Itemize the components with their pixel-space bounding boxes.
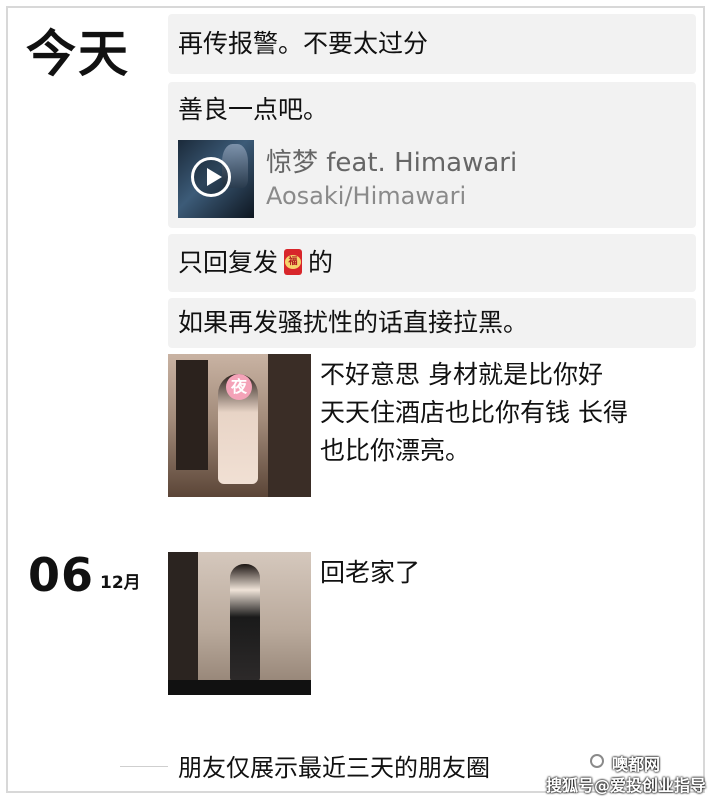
play-icon[interactable] [191,157,231,197]
date-month: 12月 [100,573,141,593]
post-music[interactable]: 善良一点吧。 惊梦 feat. Himawari Aosaki/Himawari [168,82,696,228]
photo-mirror [268,354,311,497]
music-card[interactable]: 惊梦 feat. Himawari Aosaki/Himawari [178,140,678,220]
footer-notice: 朋友仅展示最近三天的朋友圈 [178,754,490,782]
post-photo-1[interactable]: 夜 [168,354,311,497]
photo-person [230,564,260,682]
song-artist: Aosaki/Himawari [266,182,467,210]
watermark-account: 搜狐号@爱投创业指导 [546,776,707,795]
post-text-4[interactable]: 如果再发骚扰性的话直接拉黑。 [168,298,696,348]
album-cover [178,140,254,218]
photo-caption[interactable]: 不好意思 身材就是比你好 天天住酒店也比你有钱 长得 也比你漂亮。 [320,356,700,470]
fu-sticker-label: 福 [285,255,302,269]
today-label: 今天 [26,25,130,83]
footer-divider [120,766,168,767]
caption-line: 也比你漂亮。 [320,436,471,465]
red-envelope-icon: 福 [284,249,303,275]
post-text: 如果再发骚扰性的话直接拉黑。 [178,308,529,337]
song-title: 惊梦 feat. Himawari [266,148,518,178]
post-text-3[interactable]: 只回复发福的 [168,234,696,292]
post-text-before: 只回复发 [178,248,279,277]
post-caption-2[interactable]: 回老家了 [320,554,420,592]
watermark-logo-icon [590,754,604,768]
date-day: 06 [28,548,95,602]
photo-door [176,360,208,470]
post-text-1[interactable]: 再传报警。不要太过分 [168,14,696,74]
caption-line: 天天住酒店也比你有钱 长得 [320,398,628,427]
post-photo-2[interactable] [168,552,311,695]
post-text: 再传报警。不要太过分 [178,29,429,58]
caption-line: 不好意思 身材就是比你好 [320,360,603,389]
photo-wall [168,552,198,695]
post-text: 善良一点吧。 [178,95,329,124]
post-text-after: 的 [308,248,334,277]
photo-toolbar-strip [168,680,311,695]
night-badge-icon: 夜 [226,374,252,400]
